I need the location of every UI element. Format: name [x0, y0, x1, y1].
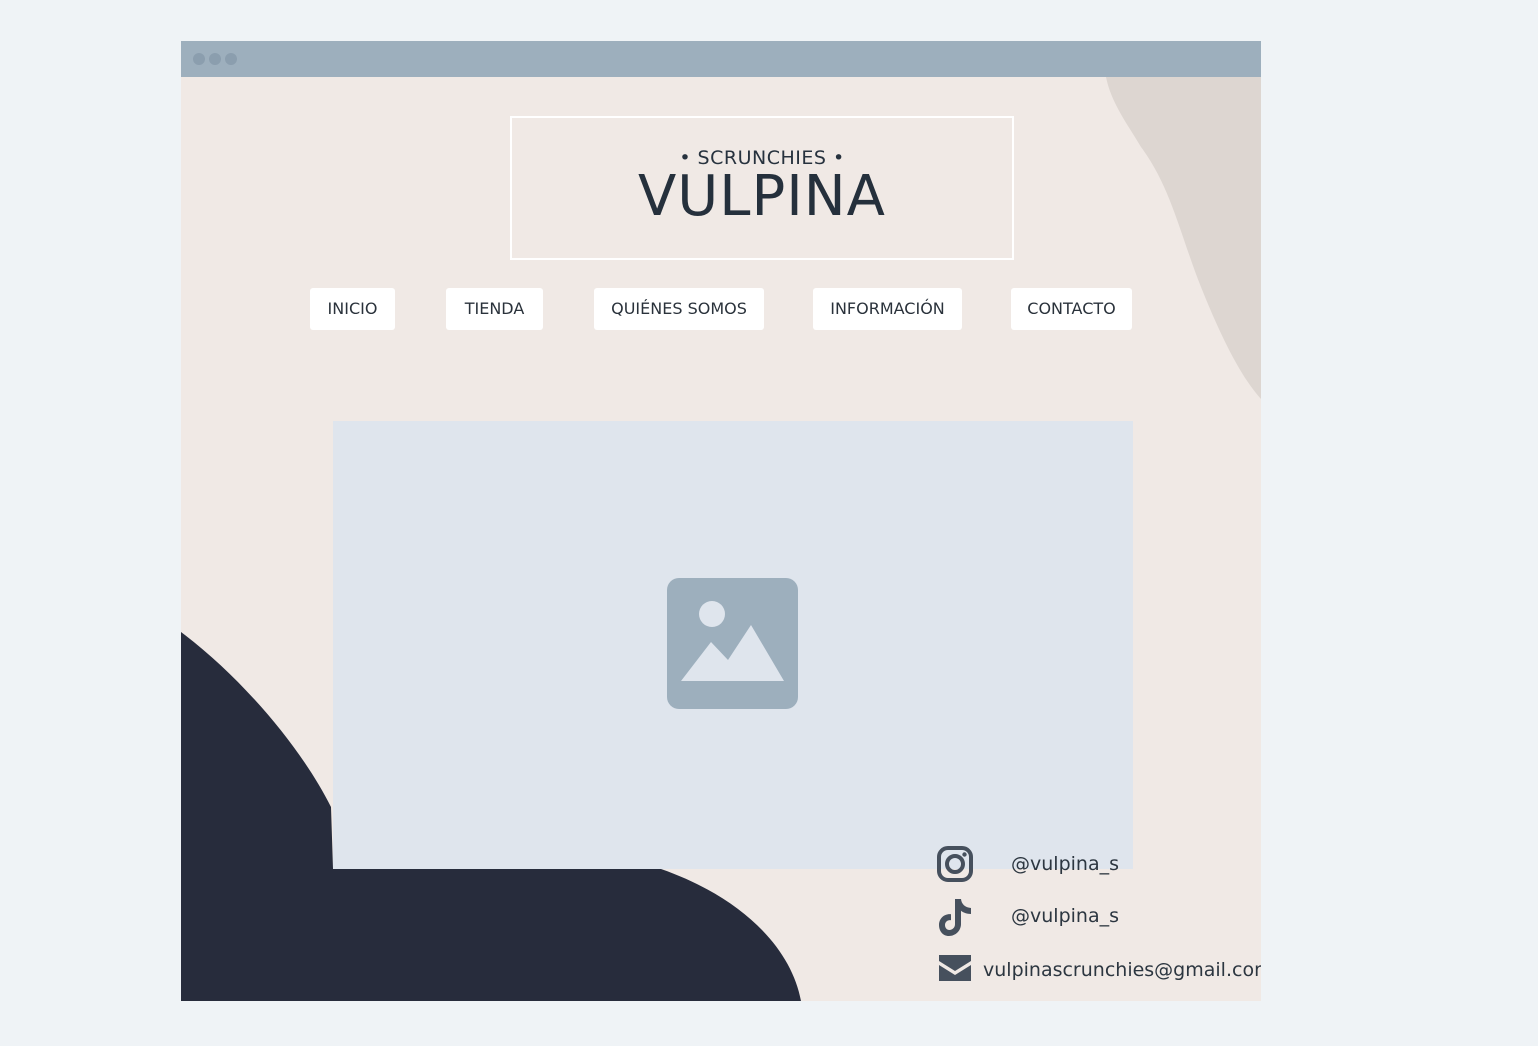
- envelope-icon: [939, 955, 971, 981]
- browser-window: • SCRUNCHIES • VULPINA INICIO TIENDA QUI…: [181, 41, 1261, 1001]
- tiktok-icon: [939, 899, 971, 936]
- nav-informacion-button[interactable]: INFORMACIÓN: [813, 288, 962, 330]
- email-contact[interactable]: vulpinascrunchies@gmail.com: [936, 951, 1261, 991]
- window-dot-icon[interactable]: [225, 53, 237, 65]
- logo-title: VULPINA: [638, 164, 886, 229]
- top-right-shape: [1106, 77, 1261, 399]
- nav-contacto-button[interactable]: CONTACTO: [1011, 288, 1132, 330]
- tiktok-handle: @vulpina_s: [1011, 905, 1119, 927]
- page-canvas: • SCRUNCHIES • VULPINA INICIO TIENDA QUI…: [181, 77, 1261, 1001]
- window-dot-icon[interactable]: [193, 53, 205, 65]
- tiktok-contact[interactable]: @vulpina_s: [936, 897, 1261, 937]
- instagram-contact[interactable]: @vulpina_s: [936, 845, 1261, 885]
- instagram-handle: @vulpina_s: [1011, 853, 1119, 875]
- hero-image-placeholder[interactable]: [333, 421, 1133, 869]
- email-address: vulpinascrunchies@gmail.com: [983, 959, 1261, 981]
- nav-tienda-button[interactable]: TIENDA: [446, 288, 543, 330]
- window-dot-icon[interactable]: [209, 53, 221, 65]
- nav-inicio-button[interactable]: INICIO: [310, 288, 395, 330]
- nav-quienes-somos-button[interactable]: QUIÉNES SOMOS: [594, 288, 764, 330]
- instagram-icon: [937, 846, 973, 882]
- logo-box[interactable]: • SCRUNCHIES • VULPINA: [510, 116, 1014, 260]
- window-titlebar: [181, 41, 1261, 77]
- image-placeholder-icon: [667, 578, 798, 709]
